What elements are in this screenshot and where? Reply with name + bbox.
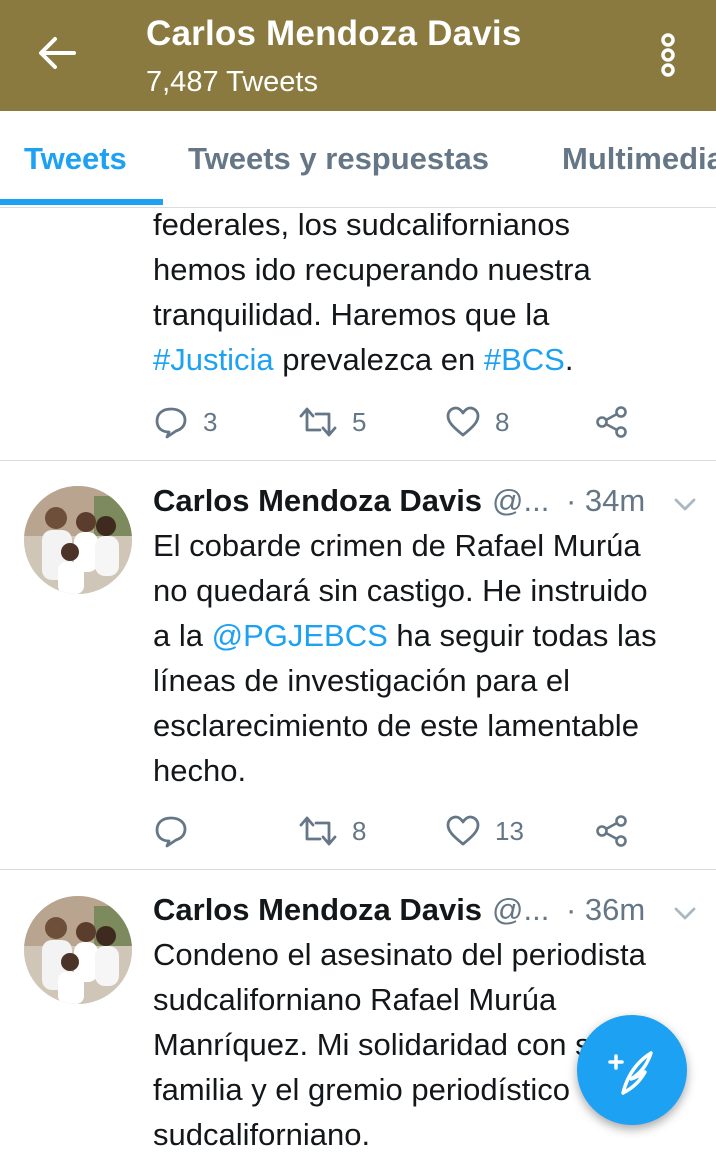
share-button[interactable] — [595, 402, 629, 442]
like-button[interactable]: 8 — [445, 402, 509, 442]
tweet[interactable]: federales, los sudcalifornianos hemos id… — [0, 207, 716, 460]
author-name[interactable]: Carlos Mendoza Davis — [153, 892, 482, 927]
tweet-header: Carlos Mendoza Davis @... — [153, 483, 549, 519]
avatar[interactable] — [24, 896, 132, 1004]
header-title: Carlos Mendoza Davis — [146, 14, 522, 53]
reply-button[interactable] — [153, 811, 203, 851]
more-vertical-icon — [661, 33, 675, 77]
tab-tweets[interactable]: Tweets — [24, 141, 127, 177]
like-count: 13 — [495, 815, 524, 846]
compose-tweet-icon — [608, 1051, 653, 1095]
retweet-button[interactable]: 8 — [298, 811, 366, 851]
mention-link[interactable]: @PGJEBCS — [212, 618, 388, 653]
author-name[interactable]: Carlos Mendoza Davis — [153, 483, 482, 518]
back-button[interactable] — [34, 30, 80, 76]
header-tweet-count: 7,487 Tweets — [146, 66, 318, 98]
chevron-down-icon — [674, 498, 696, 511]
retweet-icon — [299, 816, 337, 846]
tweet-text: El cobarde crimen de Rafael Murúa no que… — [153, 528, 657, 788]
like-count: 8 — [495, 406, 510, 437]
retweet-button[interactable]: 5 — [298, 402, 366, 442]
retweet-count: 8 — [352, 815, 367, 846]
hashtag-link[interactable]: #Justicia — [153, 342, 274, 377]
reply-button[interactable]: 3 — [153, 402, 217, 442]
tweet-menu-button[interactable] — [673, 497, 697, 513]
share-icon — [596, 815, 627, 847]
share-button[interactable] — [595, 811, 629, 851]
tweet[interactable]: Carlos Mendoza Davis @... · 34m El cobard… — [0, 461, 716, 869]
more-options-button[interactable] — [650, 30, 686, 80]
profile-tabs: Tweets Tweets y respuestas Multimedia — [0, 111, 716, 208]
tweet-menu-button[interactable] — [673, 906, 697, 922]
retweet-count: 5 — [352, 406, 367, 437]
share-icon — [596, 406, 627, 438]
author-handle[interactable]: @... — [492, 483, 549, 518]
tweet-text: federales, los sudcalifornianos hemos id… — [153, 207, 591, 377]
retweet-icon — [299, 407, 337, 437]
tab-multimedia[interactable]: Multimedia — [562, 141, 716, 177]
hashtag-link[interactable]: #BCS — [484, 342, 565, 377]
tweet-header: Carlos Mendoza Davis @... — [153, 892, 549, 928]
chevron-down-icon — [674, 907, 696, 920]
avatar[interactable] — [24, 486, 132, 594]
arrow-left-icon — [39, 37, 76, 69]
tweet-actions: 3 5 8 — [153, 402, 713, 442]
tweet-actions: 8 13 — [153, 811, 713, 851]
reply-icon — [155, 407, 187, 439]
tweet-timestamp: · 36m — [566, 892, 646, 927]
tweet-timestamp: · 34m — [566, 483, 646, 518]
tab-tweets-y-respuestas[interactable]: Tweets y respuestas — [188, 141, 489, 177]
profile-header: Carlos Mendoza Davis 7,487 Tweets — [0, 0, 716, 111]
reply-count: 3 — [203, 406, 218, 437]
heart-icon — [446, 406, 480, 437]
heart-icon — [446, 815, 480, 846]
compose-tweet-button[interactable] — [577, 1015, 687, 1125]
like-button[interactable]: 13 — [445, 811, 524, 851]
reply-icon — [155, 816, 187, 848]
author-handle[interactable]: @... — [492, 892, 549, 927]
active-tab-indicator — [0, 199, 163, 205]
